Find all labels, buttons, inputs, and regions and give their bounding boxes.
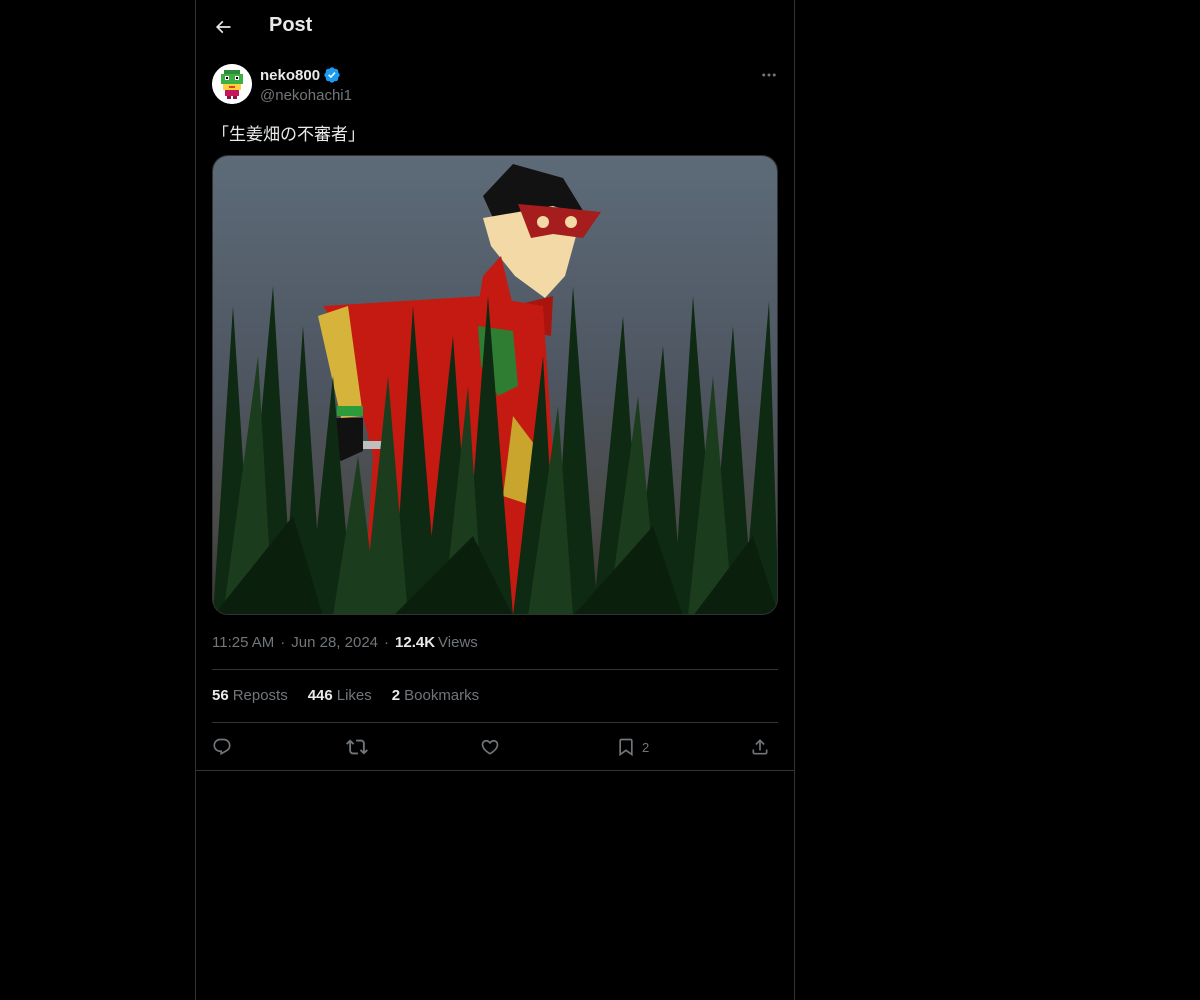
repost-button[interactable] <box>346 732 368 762</box>
reply-button[interactable] <box>212 732 232 762</box>
meta-separator: · <box>384 634 390 651</box>
divider <box>196 770 794 771</box>
share-icon <box>752 739 768 755</box>
action-bar: 2 <box>212 732 778 762</box>
views-label: Views <box>438 634 478 651</box>
share-button[interactable] <box>750 732 770 762</box>
avatar-image <box>212 64 252 104</box>
post-stats: 56 Reposts 446 Likes 2 Bookmarks <box>212 687 479 704</box>
likes-stat[interactable]: 446 Likes <box>308 687 372 704</box>
likes-label: Likes <box>336 687 372 704</box>
display-name[interactable]: neko800 <box>260 67 320 84</box>
arrow-left-icon <box>215 20 231 34</box>
bookmarks-stat[interactable]: 2 Bookmarks <box>392 687 479 704</box>
views-count: 12.4K <box>395 634 436 651</box>
post-author: neko800 @nekohachi1 <box>212 64 778 108</box>
divider <box>212 722 778 723</box>
name-line: neko800 <box>260 66 341 84</box>
page-title: Post <box>269 14 313 36</box>
bookmark-button[interactable]: 2 <box>616 732 649 762</box>
post-metadata: 11:25 AM · Jun 28, 2024 · 12.4K Views <box>212 634 478 651</box>
avatar[interactable] <box>212 64 252 104</box>
post-text: 「生姜畑の不審者」 <box>212 125 365 145</box>
main-column: Post neko800 @nekohachi1 「生姜畑の不審者」 11:25… <box>195 0 795 1000</box>
repost-icon <box>346 739 368 755</box>
post-date[interactable]: Jun 28, 2024 <box>291 634 378 651</box>
verified-badge-icon <box>324 67 340 83</box>
more-horizontal-icon <box>762 73 776 77</box>
bookmark-count: 2 <box>642 739 650 755</box>
more-options-button[interactable] <box>744 64 778 86</box>
post-time[interactable]: 11:25 AM <box>212 634 274 651</box>
reposts-stat[interactable]: 56 Reposts <box>212 687 288 704</box>
user-handle[interactable]: @nekohachi1 <box>260 87 352 104</box>
meta-separator: · <box>280 634 286 651</box>
reposts-count: 56 <box>212 687 229 704</box>
divider <box>212 669 778 670</box>
bookmark-icon <box>619 738 633 757</box>
bookmarks-count: 2 <box>391 687 401 704</box>
bookmarks-label: Bookmarks <box>404 687 480 704</box>
likes-count: 446 <box>307 687 333 704</box>
reply-icon <box>213 738 231 756</box>
heart-icon <box>481 739 499 755</box>
reposts-label: Reposts <box>232 687 288 704</box>
post-header: Post <box>196 0 794 53</box>
media-illustration <box>213 156 777 614</box>
like-button[interactable] <box>480 732 500 762</box>
back-button[interactable] <box>206 10 240 44</box>
post-image[interactable] <box>212 155 778 615</box>
